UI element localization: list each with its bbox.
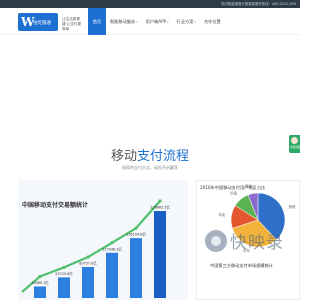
nav-item-label: 用户端APP: [145, 19, 167, 24]
nav-item-1[interactable]: 智能移动服务▾: [106, 8, 142, 35]
chevron-down-icon: ▾: [136, 20, 138, 24]
pie-label-2: 华北: [218, 212, 225, 217]
market-scale-title: 中国第三方移动支付市场规模统计: [210, 263, 273, 268]
trend-point-3: [110, 241, 114, 245]
bar-data-label-2: 80757.0亿: [79, 261, 97, 266]
trend-point-5: [158, 199, 162, 203]
watermark: 快映录: [205, 228, 284, 253]
logo-name: 恒屹银通: [33, 21, 51, 26]
nav-item-label: 首页: [92, 19, 102, 24]
section-title: 移动支付流程: [0, 145, 300, 164]
nav-item-label: 智能移动服务: [110, 19, 136, 24]
bar-data-label-1: 53729.6亿: [55, 271, 73, 276]
main-nav: 首页 智能移动服务▾ 用户端APP▾ 行业方案▾ 合作位置: [88, 8, 225, 35]
bar-3: [106, 252, 118, 298]
avatar: [291, 137, 298, 144]
trend-point-1: [62, 265, 66, 270]
top-info-bar: 知识智能语音分类智能服务热线：400-0221-896: [0, 0, 300, 8]
bar-data-label-0: 30089.1亿: [31, 280, 49, 285]
bar-data-label-4: 156104.8亿: [126, 232, 146, 237]
section-subtitle: 极简的支付方式，轻松开启赢家: [122, 165, 178, 170]
nav-item-4[interactable]: 合作位置: [200, 8, 225, 35]
nav-item-0[interactable]: 首页: [88, 8, 106, 35]
hotline-text: 知识智能语音分类智能服务热线：400-0221-896: [221, 2, 296, 6]
bar-0: [34, 286, 46, 298]
nav-item-label: 行业方案: [176, 19, 194, 24]
chevron-down-icon: ▾: [194, 20, 196, 24]
nav-item-3[interactable]: 行业方案▾: [173, 8, 200, 35]
pie-label-3: 华南: [230, 191, 237, 196]
bar-1: [58, 277, 70, 298]
nav-item-2[interactable]: 用户端APP▾: [142, 8, 173, 35]
trend-point-0: [38, 274, 42, 279]
slogan: 让生活更便捷 让支付更简单: [62, 17, 82, 31]
section-title-accent: 支付流程: [137, 149, 190, 164]
bar-data-label-3: 117948.3亿: [102, 246, 122, 251]
trend-point-4: [134, 226, 138, 230]
bar-2: [82, 267, 94, 298]
logo[interactable]: W 恒屹银通: [18, 13, 58, 31]
trend-point-2: [86, 255, 90, 259]
watermark-logo-icon: [205, 229, 227, 252]
pie-label-4: 西部: [245, 184, 252, 189]
chevron-down-icon: ▾: [167, 20, 169, 24]
section-title-plain: 移动: [110, 149, 137, 164]
watermark-text: 快映录: [230, 233, 284, 253]
bar-4: [130, 238, 142, 298]
bar-5: [154, 211, 166, 298]
pie-label-0: 其他: [289, 204, 296, 209]
nav-item-label: 合作位置: [203, 19, 221, 24]
transaction-bar-chart: 30089.1亿 53729.6亿 80757.0亿 117948.3亿 156104.…: [21, 199, 170, 298]
bar-data-label-5: 226865.5亿: [150, 205, 170, 210]
